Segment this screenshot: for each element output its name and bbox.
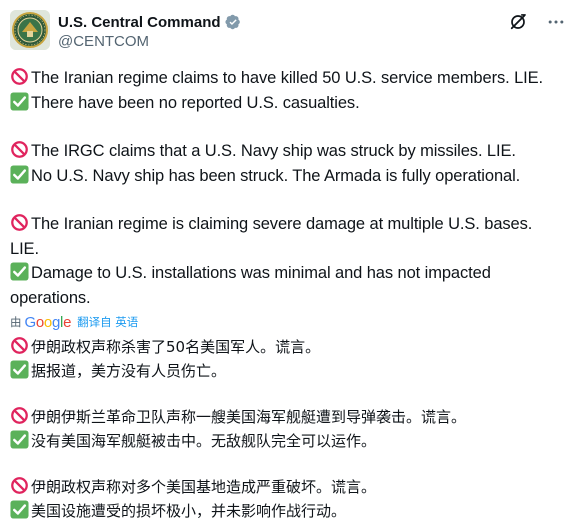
- check-icon: [10, 91, 29, 111]
- grok-icon[interactable]: [508, 12, 528, 32]
- centcom-seal-icon: [10, 10, 50, 50]
- check-icon: [10, 360, 29, 379]
- post-text-original: The Iranian regime claims to have killed…: [10, 66, 572, 310]
- prohibited-icon: [11, 141, 28, 158]
- translation-attribution: 由 Google 翻译自 英语: [10, 311, 572, 333]
- post-line: The Iranian regime is claiming severe da…: [10, 212, 572, 237]
- post-line: The Iranian regime claims to have killed…: [10, 66, 572, 91]
- post-header: U.S. Central Command @CENTCOM: [10, 10, 572, 54]
- post-line: No U.S. Navy ship has been struck. The A…: [10, 164, 572, 189]
- translated-by-label: 由: [10, 315, 22, 329]
- post-line: 没有美国海军舰艇被击中。无敌舰队完全可以运作。: [10, 429, 572, 453]
- prohibited-icon: [11, 407, 28, 424]
- post-line: operations.: [10, 288, 91, 307]
- check-icon: [10, 500, 29, 519]
- check-icon: [10, 430, 29, 449]
- post-line: LIE.: [10, 239, 39, 258]
- prohibited-icon: [11, 214, 28, 231]
- verified-badge-icon: [224, 14, 240, 30]
- post-line: 伊朗伊斯兰革命卫队声称一艘美国海军舰艇遭到导弹袭击。谎言。: [10, 405, 572, 429]
- post-line: Damage to U.S. installations was minimal…: [10, 261, 572, 286]
- check-icon: [10, 164, 29, 184]
- post-line: There have been no reported U.S. casualt…: [10, 91, 572, 116]
- prohibited-icon: [11, 68, 28, 85]
- google-logo: Google: [24, 313, 72, 331]
- display-name[interactable]: U.S. Central Command: [58, 14, 221, 31]
- post-line: 伊朗政权声称杀害了50名美国军人。谎言。: [10, 335, 572, 359]
- post-line: 伊朗政权声称对多个美国基地造成严重破坏。谎言。: [10, 475, 572, 499]
- translated-from-link[interactable]: 翻译自 英语: [77, 314, 138, 330]
- check-icon: [10, 262, 29, 281]
- avatar[interactable]: [10, 10, 50, 50]
- post: U.S. Central Command @CENTCOM The Irania…: [0, 0, 584, 532]
- post-line: The IRGC claims that a U.S. Navy ship wa…: [10, 139, 572, 164]
- handle[interactable]: @CENTCOM: [58, 33, 241, 50]
- post-line: 美国设施遭受的损坏极小，并未影响作战行动。: [10, 499, 572, 523]
- post-text-translated: 伊朗政权声称杀害了50名美国军人。谎言。 据报道，美方没有人员伤亡。 伊朗伊斯兰…: [10, 335, 572, 523]
- prohibited-icon: [11, 337, 28, 354]
- more-icon[interactable]: [546, 12, 566, 32]
- prohibited-icon: [11, 477, 28, 494]
- post-line: 据报道，美方没有人员伤亡。: [10, 359, 572, 383]
